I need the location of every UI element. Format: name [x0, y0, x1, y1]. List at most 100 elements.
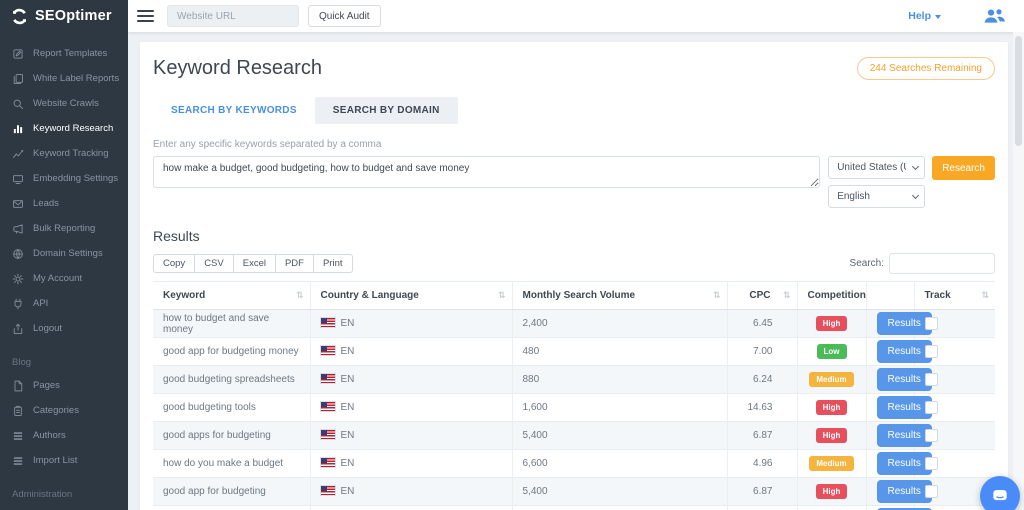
sidebar-item-website-crawls[interactable]: Website Crawls	[0, 91, 128, 116]
column-header-cpc[interactable]: CPC⇅	[727, 282, 797, 310]
results-button[interactable]: Results	[877, 452, 932, 475]
sidebar-item-report-templates[interactable]: Report Templates	[0, 41, 128, 66]
sidebar-item-import-list[interactable]: Import List	[0, 448, 128, 473]
keyword-cell: good budgeting	[153, 506, 310, 510]
export-print-button[interactable]: Print	[313, 254, 353, 273]
sidebar-item-categories[interactable]: Categories	[0, 398, 128, 423]
results-button[interactable]: Results	[877, 340, 932, 363]
research-button[interactable]: Research	[932, 156, 995, 180]
us-flag-icon	[321, 402, 335, 411]
users-icon[interactable]	[983, 8, 1006, 24]
column-header-country-language[interactable]: Country & Language⇅	[310, 282, 512, 310]
api-icon	[12, 298, 24, 310]
language-select[interactable]: English	[828, 185, 925, 208]
export-excel-button[interactable]: Excel	[233, 254, 276, 273]
table-search-label: Search:	[850, 258, 884, 269]
search-volume-cell: 6,600	[512, 506, 727, 510]
cpc-cell: 9.46	[727, 506, 797, 510]
white-label-reports-icon	[12, 73, 24, 85]
keyword-tracking-icon	[12, 148, 24, 160]
sidebar-item-leads[interactable]: Leads	[0, 191, 128, 216]
language-code: EN	[341, 318, 355, 329]
country-language-cell: EN	[310, 450, 512, 478]
sidebar-item-my-account[interactable]: My Account	[0, 266, 128, 291]
track-checkbox[interactable]	[925, 345, 938, 358]
search-volume-cell: 2,400	[512, 310, 727, 338]
track-checkbox[interactable]	[925, 485, 938, 498]
cpc-cell: 4.96	[727, 450, 797, 478]
help-menu[interactable]: Help	[908, 10, 941, 22]
sidebar-item-label: API	[33, 298, 48, 309]
export-csv-button[interactable]: CSV	[194, 254, 234, 273]
sidebar-item-domain-settings[interactable]: Domain Settings	[0, 241, 128, 266]
column-header-monthly-search-volume[interactable]: Monthly Search Volume⇅	[512, 282, 727, 310]
sidebar-item-pages[interactable]: Pages	[0, 373, 128, 398]
sidebar-item-white-label-reports[interactable]: White Label Reports	[0, 66, 128, 91]
track-checkbox[interactable]	[925, 401, 938, 414]
sidebar: SEOptimer Report Templates White Label Re…	[0, 0, 128, 510]
sidebar-item-label: Keyword Research	[33, 123, 113, 134]
sidebar-item-bulk-reporting[interactable]: Bulk Reporting	[0, 216, 128, 241]
keyword-cell: how to budget and save money	[153, 310, 310, 338]
table-header-row: Keyword⇅Country & Language⇅Monthly Searc…	[153, 282, 995, 310]
table-search-input[interactable]	[889, 253, 995, 274]
competition-cell: High	[797, 310, 866, 338]
table-row: good budgeting spreadsheetsEN8806.24Medi…	[153, 366, 995, 394]
keyword-research-icon	[12, 123, 24, 135]
sidebar-item-keyword-tracking[interactable]: Keyword Tracking	[0, 141, 128, 166]
website-url-input[interactable]	[167, 5, 299, 27]
bulk-reporting-icon	[12, 223, 24, 235]
page-scrollbar[interactable]	[1013, 32, 1024, 510]
search-mode-tabs: SEARCH BY KEYWORDSSEARCH BY DOMAIN	[153, 97, 995, 124]
track-checkbox[interactable]	[925, 373, 938, 386]
sidebar-item-label: Keyword Tracking	[33, 148, 109, 159]
results-button[interactable]: Results	[877, 368, 932, 391]
export-pdf-button[interactable]: PDF	[275, 254, 314, 273]
competition-badge: Medium	[809, 372, 853, 387]
chat-widget-button[interactable]	[980, 476, 1020, 510]
sidebar-item-keyword-research[interactable]: Keyword Research	[0, 116, 128, 141]
results-button[interactable]: Results	[877, 424, 932, 447]
tab-search-by-keywords[interactable]: SEARCH BY KEYWORDS	[153, 97, 315, 124]
country-select[interactable]: United States (US)	[828, 156, 925, 179]
sidebar-item-label: White Label Reports	[33, 73, 119, 84]
export-copy-button[interactable]: Copy	[153, 254, 195, 273]
country-language-cell: EN	[310, 478, 512, 506]
results-button[interactable]: Results	[877, 480, 932, 503]
results-button[interactable]: Results	[877, 396, 932, 419]
column-header-track[interactable]: Track⇅	[914, 282, 995, 310]
results-heading: Results	[153, 228, 995, 244]
brand-logo[interactable]: SEOptimer	[0, 0, 128, 32]
sidebar-item-reseller-settings[interactable]: Reseller Settings	[0, 505, 128, 510]
keyword-cell: good budgeting spreadsheets	[153, 366, 310, 394]
track-checkbox[interactable]	[925, 457, 938, 470]
tab-search-by-domain[interactable]: SEARCH BY DOMAIN	[315, 97, 458, 124]
sidebar-item-embedding-settings[interactable]: Embedding Settings	[0, 166, 128, 191]
sort-icon: ⇅	[713, 291, 721, 301]
scrollbar-thumb[interactable]	[1015, 36, 1022, 146]
us-flag-icon	[321, 430, 335, 439]
leads-icon	[12, 198, 24, 210]
results-cell: Results	[866, 394, 914, 422]
website-crawls-icon	[12, 98, 24, 110]
sidebar-item-label: Logout	[33, 323, 62, 334]
column-header-keyword[interactable]: Keyword⇅	[153, 282, 310, 310]
quick-audit-button[interactable]: Quick Audit	[308, 5, 381, 27]
track-checkbox[interactable]	[925, 317, 938, 330]
sidebar-item-logout[interactable]: Logout	[0, 316, 128, 341]
import-list-icon	[12, 455, 24, 467]
search-volume-cell: 6,600	[512, 450, 727, 478]
sidebar-item-authors[interactable]: Authors	[0, 423, 128, 448]
track-checkbox[interactable]	[925, 429, 938, 442]
competition-cell: Medium	[797, 366, 866, 394]
sidebar-item-label: Bulk Reporting	[33, 223, 95, 234]
results-cell: Results	[866, 338, 914, 366]
competition-badge: High	[816, 484, 848, 499]
sidebar-item-api[interactable]: API	[0, 291, 128, 316]
chat-icon	[990, 486, 1010, 506]
column-label: Competition	[808, 290, 866, 301]
keywords-textarea[interactable]: how make a budget, good budgeting, how t…	[153, 156, 820, 188]
table-row: good app for budgeting moneyEN4807.00Low…	[153, 338, 995, 366]
results-button[interactable]: Results	[877, 312, 932, 335]
hamburger-menu-icon[interactable]	[137, 8, 154, 25]
